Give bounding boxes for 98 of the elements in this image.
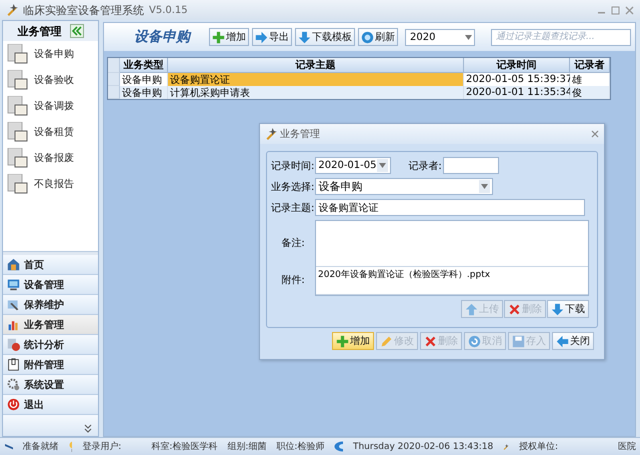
dropdown-arrow-icon[interactable] [481, 184, 488, 189]
document-icon [7, 70, 29, 90]
cross-icon [508, 302, 521, 316]
nav-button[interactable]: 统计分析 [3, 335, 98, 355]
dropdown-arrow-icon[interactable] [465, 34, 472, 40]
field-label: 附件: [280, 274, 306, 288]
status-text: 职位:检验师 [276, 440, 324, 453]
table-cell: 设备购置论证 [168, 73, 464, 86]
field-label: 记录时间: [271, 160, 314, 172]
toolbar-button[interactable]: 下载模板 [295, 28, 355, 46]
nav-button[interactable]: 退出 [3, 395, 98, 415]
plus-icon [336, 334, 349, 348]
table-cell: 2020-01-05 15:39:37 [464, 73, 570, 86]
collapse-button[interactable] [70, 24, 84, 38]
field-label: 记录者: [408, 160, 442, 172]
status-text: 准备就绪 [22, 440, 58, 453]
tools-icon [6, 4, 18, 16]
wrench-icon [7, 298, 20, 311]
nav-button[interactable]: 系统设置 [3, 375, 98, 395]
sidebar-item[interactable]: 不良报告 [7, 174, 94, 194]
year-dropdown[interactable]: 2020 [405, 28, 475, 46]
settings-icon [7, 378, 20, 391]
dialog-button[interactable]: 关闭 [552, 332, 594, 350]
row-header [108, 58, 120, 73]
dropdown-arrow-icon[interactable] [379, 163, 386, 168]
table-cell: 设备申购 [120, 86, 168, 99]
search-field[interactable]: 通过记录主题查找记录... [491, 28, 631, 46]
column-header[interactable]: 记录者 [570, 58, 610, 73]
maximize-icon[interactable] [611, 6, 620, 14]
column-header[interactable]: 记录时间 [464, 58, 570, 73]
arrow-left-icon [556, 334, 569, 348]
refresh-icon [361, 30, 374, 44]
monitor-icon [7, 278, 20, 291]
arrow-right-icon [255, 30, 268, 44]
nav-button[interactable]: 业务管理 [3, 315, 98, 335]
document-icon [7, 122, 29, 142]
field-label: 业务选择: [271, 180, 314, 194]
clipboard-icon [7, 358, 20, 371]
sidebar-item[interactable]: 设备租赁 [7, 122, 94, 142]
document-icon [7, 44, 29, 64]
tools-icon [265, 128, 277, 140]
document-icon [7, 174, 29, 194]
module-title: 设备申购 [134, 28, 190, 46]
business-dropdown[interactable]: 设备申购 [315, 178, 494, 195]
house-icon [7, 258, 20, 271]
sidebar-item[interactable]: 设备调拨 [7, 96, 94, 116]
remarks-field[interactable] [316, 221, 588, 267]
table-cell: 俊 [570, 86, 610, 99]
cross-icon [424, 334, 437, 348]
version-label: V5.0.15 [149, 4, 188, 16]
sidebar-item[interactable]: 设备申购 [7, 44, 94, 64]
sidebar-title: 业务管理 [18, 24, 62, 38]
close-icon[interactable] [625, 6, 634, 14]
row-header[interactable] [108, 73, 120, 86]
arrow-up-icon [465, 302, 478, 316]
nav-button[interactable]: 附件管理 [3, 355, 98, 375]
dialog-button[interactable]: 增加 [332, 332, 374, 350]
sidebar-item[interactable]: 设备报废 [7, 148, 94, 168]
toolbar-button[interactable]: 增加 [209, 28, 249, 46]
toolbar-button[interactable]: 刷新 [358, 28, 398, 46]
window-title: 临床实验室设备管理系统 [23, 2, 144, 18]
nav-button[interactable]: 保养维护 [3, 295, 98, 315]
plus-icon [212, 30, 225, 44]
dialog-title: 业务管理 [280, 128, 320, 141]
nav-button[interactable]: 首页 [3, 255, 98, 275]
document-icon [7, 148, 29, 168]
nav-button[interactable]: 设备管理 [3, 275, 98, 295]
file-button[interactable]: 下载 [547, 300, 589, 318]
expand-icon[interactable] [84, 424, 92, 434]
subject-field[interactable]: 设备购置论证 [315, 199, 586, 216]
row-header[interactable] [108, 86, 120, 99]
field-label: 记录主题: [271, 202, 314, 214]
recorder-field[interactable] [442, 157, 499, 174]
floppy-icon [512, 334, 525, 348]
status-text: 登录用户: [82, 440, 122, 453]
status-text: 医院 [618, 440, 636, 453]
status-text: 科室:检验医学科 [151, 440, 218, 453]
date-field[interactable]: 2020-01-05 [315, 157, 392, 174]
field-label: 备注: [280, 236, 306, 251]
pencil-icon [380, 334, 393, 348]
attachment-field[interactable]: 2020年设备购置论证（检验医学科）.pptx [316, 267, 588, 295]
toolbar-button[interactable]: 导出 [252, 28, 292, 46]
table-cell: 设备申购 [120, 73, 168, 86]
table-cell: 雄 [570, 73, 610, 86]
sidebar-item[interactable]: 设备验收 [7, 70, 94, 90]
document-icon [7, 96, 29, 116]
arrow-down-icon [551, 302, 564, 316]
status-text: 组别:细菌 [227, 440, 266, 453]
status-text: Thursday 2020-02-06 13:43:18 [352, 442, 494, 452]
table-cell: 计算机采购申请表 [168, 86, 464, 99]
pie-chart-icon [7, 338, 20, 351]
status-text: 授权单位: [518, 440, 558, 453]
power-icon [7, 398, 20, 411]
column-header[interactable]: 业务类型 [120, 58, 168, 73]
arrow-down-icon [298, 30, 311, 44]
close-icon[interactable] [591, 130, 599, 138]
undo-icon [468, 334, 481, 348]
column-header[interactable]: 记录主题 [168, 58, 464, 73]
